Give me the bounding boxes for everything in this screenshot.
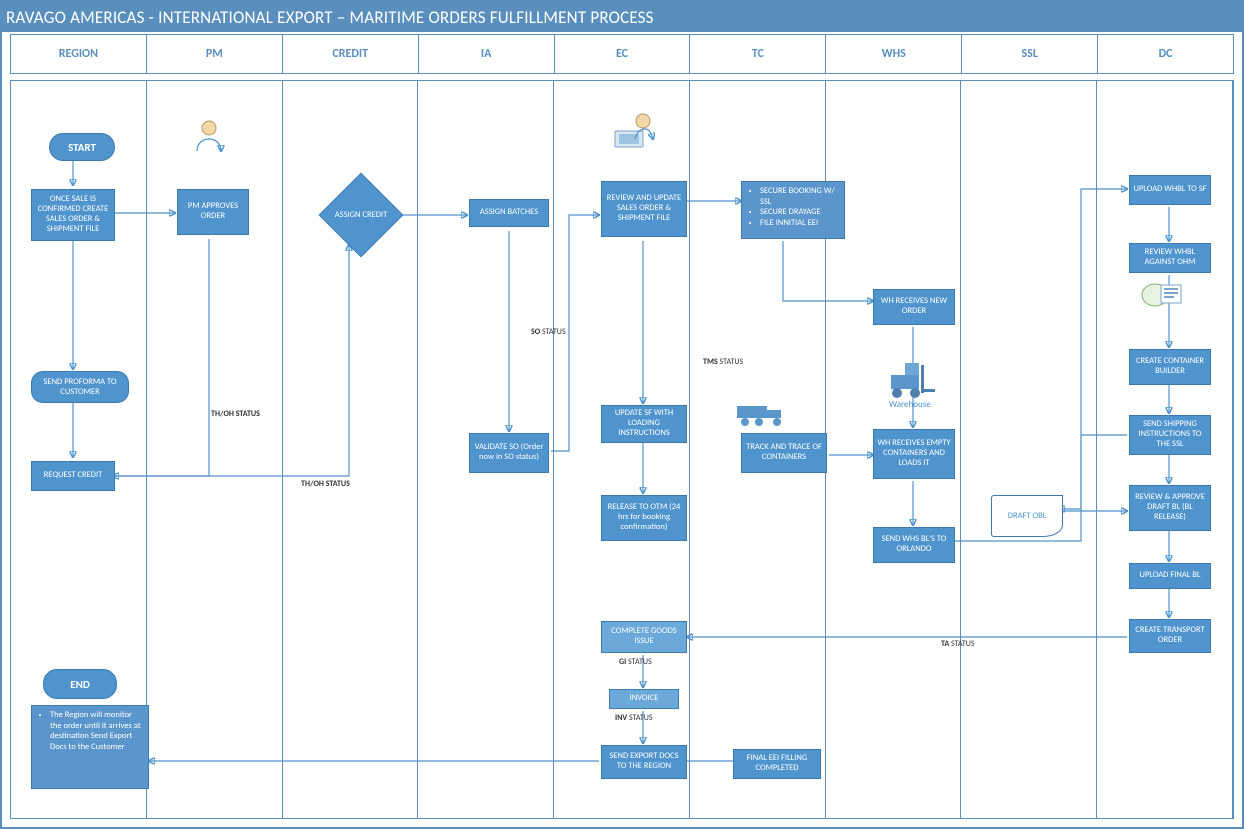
- lane-whs: WHS: [826, 35, 962, 73]
- box-dc-review-whbl: REVIEW WHBL AGAINST OHM: [1129, 243, 1211, 273]
- box-dc-shipping-instr: SEND SHIPPING INSTRUCTIONS TO THE SSL: [1129, 415, 1211, 455]
- box-assign-batches: ASSIGN BATCHES: [469, 199, 549, 227]
- box-tc-final-eei: FINAL EEI FILLING COMPLETED: [733, 749, 821, 779]
- swimlane-body: START ONCE SALE IS CONFIRMED CREATE SALE…: [10, 80, 1234, 819]
- box-dc-approve-bl: REVIEW & APPROVE DRAFT BL (BL RELEASE): [1129, 485, 1211, 531]
- box-dc-container-builder: CREATE CONTAINER BUILDER: [1129, 349, 1211, 385]
- document-check-icon: [1141, 281, 1185, 317]
- lane-ia: IA: [419, 35, 555, 73]
- lane-dc: DC: [1098, 35, 1233, 73]
- box-region-monitor: The Region will monitor the order until …: [31, 705, 149, 789]
- label-tms-status: TMS STATUS: [703, 357, 743, 367]
- box-ec-update-sf: UPDATE SF WITH LOADING INSTRUCTIONS: [601, 405, 687, 443]
- box-ec-release-otm: RELEASE TO OTM (24 hrs for booking confi…: [601, 495, 687, 541]
- label-thoh-1: TH/OH STATUS: [211, 409, 260, 419]
- ec-user-icon: [611, 111, 657, 159]
- box-dc-transport-order: CREATE TRANSPORT ORDER: [1129, 619, 1211, 653]
- lane-region: REGION: [11, 35, 147, 73]
- box-ec-invoice: INVOICE: [609, 689, 679, 709]
- box-ec-goods-issue: COMPLETE GOODS ISSUE: [601, 621, 687, 653]
- box-request-credit: REQUEST CREDIT: [31, 461, 115, 491]
- box-create-so: ONCE SALE IS CONFIRMED CREATE SALES ORDE…: [31, 189, 115, 241]
- box-dc-upload-whbl: UPLOAD WHBL TO SF: [1129, 175, 1211, 205]
- box-wh-containers: WH RECEIVES EMPTY CONTAINERS AND LOADS I…: [873, 429, 955, 479]
- lane-ssl: SSL: [962, 35, 1098, 73]
- doc-draft-obl: DRAFT OBL: [991, 495, 1063, 537]
- end-terminator: END: [43, 669, 117, 699]
- label-inv-status: INV STATUS: [615, 713, 653, 723]
- box-validate-so: VALIDATE SO (Order now in SO status): [469, 433, 549, 473]
- label-gi-status: GI STATUS: [619, 657, 652, 667]
- swimlane-headers: REGION PM CREDIT IA EC TC WHS SSL DC: [10, 34, 1234, 74]
- box-pm-approves: PM APPROVES ORDER: [177, 189, 249, 235]
- box-tc-secure: SECURE BOOKING W/ SSLSECURE DRAYAGEFILE …: [741, 181, 845, 239]
- start-terminator: START: [49, 133, 115, 161]
- box-send-proforma: SEND PROFORMA TO CUSTOMER: [31, 371, 129, 403]
- box-ec-review: REVIEW AND UPDATE SALES ORDER & SHIPMENT…: [601, 181, 687, 237]
- box-ec-send-docs: SEND EXPORT DOCS TO THE REGION: [601, 745, 687, 779]
- page-title: RAVAGO AMERICAS - INTERNATIONAL EXPORT –…: [2, 2, 1242, 32]
- box-dc-upload-final-bl: UPLOAD FINAL BL: [1129, 563, 1211, 589]
- lane-ec: EC: [555, 35, 691, 73]
- user-icon: [191, 117, 227, 161]
- label-warehouse: Warehouse: [889, 399, 931, 410]
- lane-tc: TC: [690, 35, 826, 73]
- label-ta-status: TA STATUS: [941, 639, 975, 649]
- label-thoh-2: TH/OH STATUS: [301, 479, 350, 489]
- box-wh-new-order: WH RECEIVES NEW ORDER: [873, 289, 955, 325]
- box-wh-send-bl: SEND WHS BL'S TO ORLANDO: [873, 527, 955, 563]
- lane-credit: CREDIT: [283, 35, 419, 73]
- lane-pm: PM: [147, 35, 283, 73]
- truck-icon: [737, 401, 787, 436]
- label-so-status: SO STATUS: [531, 327, 566, 337]
- box-tc-track-trace: TRACK AND TRACE OF CONTAINERS: [741, 433, 827, 473]
